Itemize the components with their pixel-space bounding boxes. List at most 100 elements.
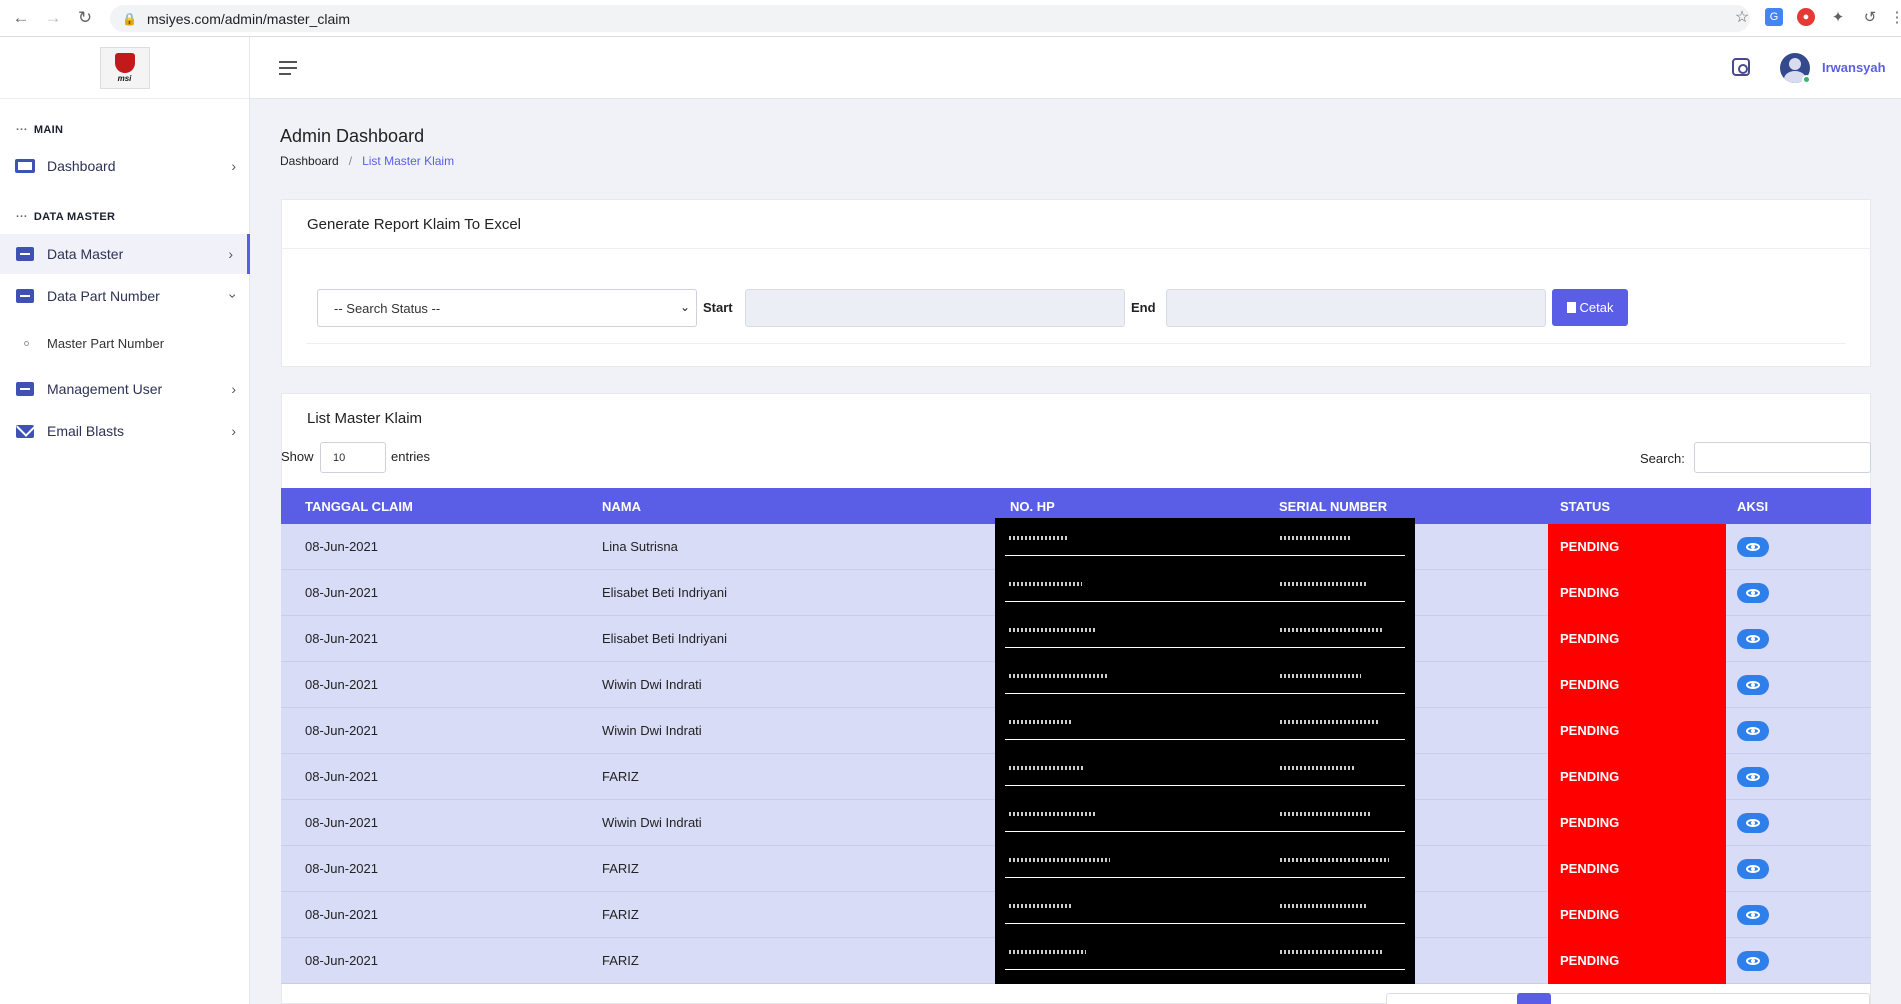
cell-name: Wiwin Dwi Indrati xyxy=(602,815,702,830)
bullet-circle-icon xyxy=(24,341,29,346)
view-button[interactable] xyxy=(1737,905,1769,925)
redaction-noise xyxy=(1280,628,1384,632)
hamburger-menu-icon[interactable] xyxy=(279,61,297,79)
mail-icon xyxy=(16,424,34,438)
browser-menu-icon[interactable]: ⋮ xyxy=(1890,8,1901,26)
extension-red-icon[interactable]: ● xyxy=(1797,8,1815,26)
column-header-phone[interactable]: NO. HP xyxy=(1010,499,1055,514)
folder-icon xyxy=(16,382,34,396)
back-icon[interactable]: ← xyxy=(10,7,32,29)
cell-date: 08-Jun-2021 xyxy=(305,861,378,876)
translate-icon[interactable]: G xyxy=(1765,8,1783,26)
report-card-title: Generate Report Klaim To Excel xyxy=(307,216,521,233)
redaction-line xyxy=(1005,647,1405,648)
folder-icon xyxy=(16,247,34,261)
sidebar-subitem-master-part-number[interactable]: Master Part Number xyxy=(24,336,164,351)
status-badge: PENDING xyxy=(1548,846,1726,892)
redaction-line xyxy=(1005,831,1405,832)
username[interactable]: Irwansyah xyxy=(1822,60,1886,75)
sidebar-item-data-master[interactable]: Data Master › xyxy=(0,234,250,274)
monitor-icon xyxy=(15,159,35,173)
sidebar-item-management-user[interactable]: Management User › xyxy=(0,369,250,409)
status-badge: PENDING xyxy=(1548,938,1726,984)
cell-date: 08-Jun-2021 xyxy=(305,677,378,692)
cell-date: 08-Jun-2021 xyxy=(305,815,378,830)
view-button[interactable] xyxy=(1737,721,1769,741)
eye-icon xyxy=(1746,727,1760,735)
divider xyxy=(282,248,1870,249)
view-button[interactable] xyxy=(1737,583,1769,603)
cell-name: FARIZ xyxy=(602,953,639,968)
view-button[interactable] xyxy=(1737,859,1769,879)
start-label: Start xyxy=(703,300,733,315)
cell-date: 08-Jun-2021 xyxy=(305,723,378,738)
cell-name: FARIZ xyxy=(602,861,639,876)
redaction-line xyxy=(1005,693,1405,694)
submenu-label: Master Part Number xyxy=(47,336,165,351)
cetak-button[interactable]: Cetak xyxy=(1552,289,1628,326)
cell-date: 08-Jun-2021 xyxy=(305,769,378,784)
sidebar-item-email-blasts[interactable]: Email Blasts › xyxy=(0,411,250,451)
pagination-active-page[interactable] xyxy=(1517,993,1551,1004)
entries-label: entries xyxy=(391,449,431,464)
redacted-area xyxy=(995,518,1415,984)
eye-icon xyxy=(1746,681,1760,689)
puzzle-icon[interactable]: ✦ xyxy=(1829,8,1847,26)
chevron-right-icon: › xyxy=(231,158,236,174)
redaction-noise xyxy=(1009,720,1071,724)
forward-icon[interactable]: → xyxy=(42,7,64,29)
search-label: Search: xyxy=(1640,451,1685,466)
show-label: Show xyxy=(281,449,314,464)
reload-icon[interactable]: ↻ xyxy=(74,7,96,29)
cell-name: FARIZ xyxy=(602,907,639,922)
cell-date: 08-Jun-2021 xyxy=(305,907,378,922)
search-input[interactable] xyxy=(1694,442,1871,473)
cell-date: 08-Jun-2021 xyxy=(305,953,378,968)
redaction-noise xyxy=(1009,858,1110,862)
redaction-noise xyxy=(1280,536,1350,540)
msi-logo[interactable]: msi xyxy=(99,46,150,89)
view-button[interactable] xyxy=(1737,675,1769,695)
column-header-serial[interactable]: SERIAL NUMBER xyxy=(1279,499,1387,514)
entries-select[interactable]: 10 xyxy=(320,442,386,473)
eye-icon xyxy=(1746,773,1760,781)
address-bar[interactable]: 🔒 msiyes.com/admin/master_claim xyxy=(110,5,1750,32)
end-label: End xyxy=(1131,300,1156,315)
profile-sync-icon[interactable]: ↺ xyxy=(1861,8,1879,26)
sidebar-item-label: Management User xyxy=(47,381,163,397)
end-date-input[interactable] xyxy=(1166,289,1546,327)
start-date-input[interactable] xyxy=(745,289,1125,327)
view-button[interactable] xyxy=(1737,813,1769,833)
redaction-line xyxy=(1005,877,1405,878)
fullscreen-scan-icon[interactable] xyxy=(1732,58,1750,76)
view-button[interactable] xyxy=(1737,951,1769,971)
eye-icon xyxy=(1746,589,1760,597)
column-header-date[interactable]: TANGGAL CLAIM xyxy=(305,499,413,514)
sidebar-item-data-part-number[interactable]: Data Part Number › xyxy=(0,276,250,316)
star-icon[interactable]: ☆ xyxy=(1733,8,1751,26)
section-data-master-title: ··· DATA MASTER xyxy=(16,211,116,223)
cell-date: 08-Jun-2021 xyxy=(305,539,378,554)
url-text: msiyes.com/admin/master_claim xyxy=(146,10,351,27)
status-badge: PENDING xyxy=(1548,524,1726,570)
report-card: Generate Report Klaim To Excel xyxy=(281,199,1871,367)
breadcrumb: Dashboard / List Master Klaim xyxy=(280,154,455,168)
redaction-noise xyxy=(1280,582,1367,586)
divider xyxy=(306,343,1846,344)
view-button[interactable] xyxy=(1737,537,1769,557)
redaction-noise xyxy=(1280,950,1383,954)
browser-toolbar: ← → ↻ 🔒 msiyes.com/admin/master_claim ☆ … xyxy=(0,0,1901,37)
view-button[interactable] xyxy=(1737,767,1769,787)
column-header-status[interactable]: STATUS xyxy=(1560,499,1610,514)
sidebar-item-dashboard[interactable]: Dashboard › xyxy=(0,146,250,186)
page-title: Admin Dashboard xyxy=(280,126,425,146)
breadcrumb-dashboard[interactable]: Dashboard xyxy=(280,154,339,168)
eye-icon xyxy=(1746,957,1760,965)
status-select[interactable]: -- Search Status -- ⌄ xyxy=(317,289,697,327)
chevron-down-icon: › xyxy=(225,293,242,299)
view-button[interactable] xyxy=(1737,629,1769,649)
column-header-name[interactable]: NAMA xyxy=(602,499,641,514)
status-badge: PENDING xyxy=(1548,892,1726,938)
dragon-shield-icon xyxy=(114,52,135,73)
status-select-value: -- Search Status -- xyxy=(334,300,441,316)
